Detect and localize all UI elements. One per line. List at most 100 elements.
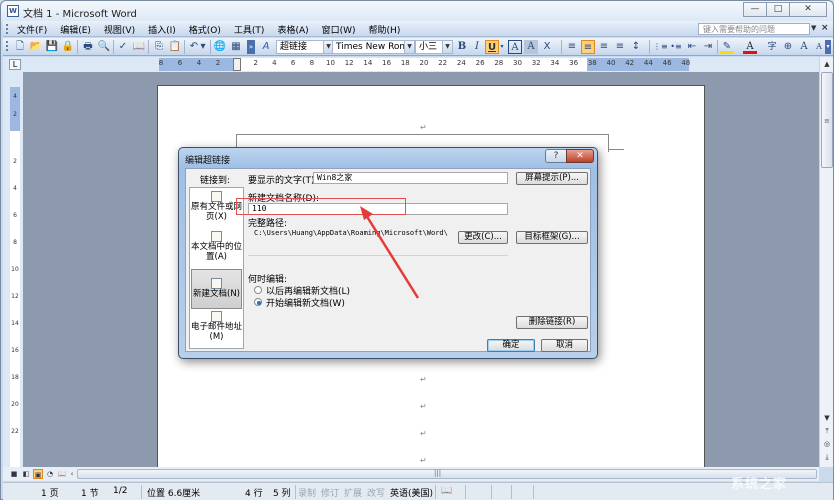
toolbar-options-icon[interactable]: ▾: [825, 40, 831, 54]
menu-edit[interactable]: 编辑(E): [60, 23, 91, 36]
increase-indent-icon[interactable]: ⇥: [701, 40, 715, 54]
help-dropdown-icon[interactable]: ▼: [811, 24, 816, 32]
character-border-icon[interactable]: A: [508, 40, 522, 54]
font-color-icon[interactable]: A: [743, 40, 757, 54]
word-app-icon[interactable]: W: [7, 5, 19, 17]
outline-view-icon[interactable]: ◔: [45, 469, 55, 479]
dialog-help-button[interactable]: ?: [545, 149, 567, 163]
reading-layout-view-icon[interactable]: 📖: [57, 469, 67, 479]
edit-now-label[interactable]: 开始编辑新文档(W): [266, 296, 345, 309]
indent-marker-handle[interactable]: [233, 58, 241, 71]
place-this-document[interactable]: 本文档中的位置(A): [191, 229, 242, 269]
close-button[interactable]: ✕: [789, 2, 827, 17]
shrink-font-icon[interactable]: A: [812, 40, 826, 54]
align-left-icon[interactable]: ≡: [565, 40, 579, 54]
align-center-icon[interactable]: ≡: [581, 40, 595, 54]
place-existing-file[interactable]: 原有文件或网页(X): [191, 189, 242, 229]
menu-window[interactable]: 窗口(W): [322, 23, 356, 36]
scroll-left-icon[interactable]: ‹: [67, 469, 77, 479]
justify-icon[interactable]: ≡: [613, 40, 627, 54]
research-icon[interactable]: 📖: [132, 40, 146, 54]
new-document-icon[interactable]: 🗋: [13, 40, 27, 54]
status-language[interactable]: 英语(美国): [390, 486, 433, 499]
font-size-combo[interactable]: 小三: [415, 40, 443, 54]
menu-insert[interactable]: 插入(I): [148, 23, 176, 36]
styles-pane-icon[interactable]: A: [259, 40, 273, 54]
spelling-icon[interactable]: ✓: [116, 40, 130, 54]
menu-format[interactable]: 格式(O): [189, 23, 221, 36]
print-preview-icon[interactable]: 🔍: [97, 40, 111, 54]
normal-view-icon[interactable]: ■: [9, 469, 19, 479]
scroll-down-icon[interactable]: ▼: [821, 413, 833, 424]
grow-font-icon[interactable]: A: [797, 40, 811, 54]
character-scale-icon[interactable]: Ⅹ: [540, 40, 554, 54]
copy-icon[interactable]: ⎘: [152, 40, 166, 54]
minimize-button[interactable]: —: [743, 2, 767, 17]
character-shading-icon[interactable]: A: [524, 40, 538, 54]
spelling-status-icon[interactable]: 📖: [441, 486, 452, 496]
display-text-input[interactable]: Win8之家: [313, 172, 508, 184]
bullets-icon[interactable]: •≡: [669, 40, 683, 54]
help-search-input[interactable]: 键入需要帮助的问题: [698, 23, 810, 35]
web-layout-view-icon[interactable]: ◧: [21, 469, 31, 479]
horizontal-ruler[interactable]: 8 6 4 2 2 4 6 8 10 12 14 16 18 20 22 24 26 28 30 32 34 36 38 40…: [159, 58, 690, 71]
tab-stop-selector[interactable]: L: [9, 59, 21, 70]
paste-icon[interactable]: 📋: [168, 40, 182, 54]
numbering-icon[interactable]: ⋮≡: [653, 40, 668, 54]
font-combo[interactable]: Times New Roman: [332, 40, 405, 54]
insert-hyperlink-icon[interactable]: 🌐: [213, 40, 227, 54]
style-combo[interactable]: 超链接: [276, 40, 324, 54]
highlight-icon[interactable]: ✎: [720, 40, 734, 54]
decrease-indent-icon[interactable]: ⇤: [685, 40, 699, 54]
tables-borders-icon[interactable]: ▦: [229, 40, 243, 54]
edit-now-radio[interactable]: [254, 298, 262, 306]
toolbar-grip-icon[interactable]: [6, 41, 8, 51]
permission-icon[interactable]: 🔒: [61, 40, 75, 54]
align-right-icon[interactable]: ≡: [597, 40, 611, 54]
vertical-ruler[interactable]: 4 2 2 4 6 8 10 12 14 16 18 20 22: [10, 87, 20, 467]
vertical-scrollbar[interactable]: ▲ ≡ ▼ ⤒ ◎ ⤓: [819, 57, 833, 467]
status-overtype[interactable]: 改写: [367, 486, 385, 499]
change-button[interactable]: 更改(C)...: [458, 231, 508, 244]
menu-table[interactable]: 表格(A): [277, 23, 308, 36]
horizontal-scrollbar[interactable]: |||: [77, 469, 817, 479]
menu-tools[interactable]: 工具(T): [234, 23, 265, 36]
scroll-up-icon[interactable]: ▲: [821, 58, 833, 70]
print-layout-view-icon[interactable]: ▣: [33, 469, 43, 479]
place-new-document[interactable]: 新建文档(N): [191, 269, 242, 309]
italic-icon[interactable]: I: [470, 40, 484, 54]
ok-button[interactable]: 确定: [487, 339, 535, 352]
phonetic-guide-icon[interactable]: 字: [765, 40, 779, 54]
edit-later-radio[interactable]: [254, 286, 262, 294]
undo-dropdown-icon[interactable]: ▾: [199, 40, 207, 54]
status-record[interactable]: 录制: [298, 486, 316, 499]
vertical-scroll-thumb[interactable]: ≡: [821, 72, 833, 168]
enclose-characters-icon[interactable]: ⊕: [781, 40, 795, 54]
underline-dropdown-icon[interactable]: ▾: [499, 40, 505, 54]
menu-file[interactable]: 文件(F): [17, 23, 47, 36]
help-close-icon[interactable]: ×: [821, 23, 829, 33]
menu-view[interactable]: 视图(V): [104, 23, 135, 36]
remove-link-button[interactable]: 删除链接(R): [516, 316, 588, 329]
previous-page-icon[interactable]: ⤒: [821, 426, 833, 437]
open-icon[interactable]: 📂: [29, 40, 43, 54]
save-icon[interactable]: 💾: [45, 40, 59, 54]
font-dropdown-icon[interactable]: ▼: [404, 40, 415, 54]
menubar-grip-icon[interactable]: [6, 24, 8, 34]
toolbar-options-icon[interactable]: »: [247, 40, 255, 54]
status-extend[interactable]: 扩展: [344, 486, 362, 499]
target-frame-button[interactable]: 目标框架(G)...: [516, 231, 588, 244]
place-email-address[interactable]: 电子邮件地址(M): [191, 309, 242, 349]
next-page-icon[interactable]: ⤓: [821, 452, 833, 463]
dialog-close-button[interactable]: ✕: [566, 149, 594, 163]
underline-icon[interactable]: U: [485, 40, 499, 54]
cancel-button[interactable]: 取消: [541, 339, 588, 352]
screentip-button[interactable]: 屏幕提示(P)...: [516, 172, 588, 185]
menu-help[interactable]: 帮助(H): [369, 23, 401, 36]
bold-icon[interactable]: B: [455, 40, 469, 54]
maximize-button[interactable]: □: [766, 2, 790, 17]
line-spacing-icon[interactable]: ↕: [629, 40, 643, 54]
status-track-changes[interactable]: 修订: [321, 486, 339, 499]
font-size-dropdown-icon[interactable]: ▼: [442, 40, 453, 54]
select-browse-object-icon[interactable]: ◎: [821, 439, 833, 450]
